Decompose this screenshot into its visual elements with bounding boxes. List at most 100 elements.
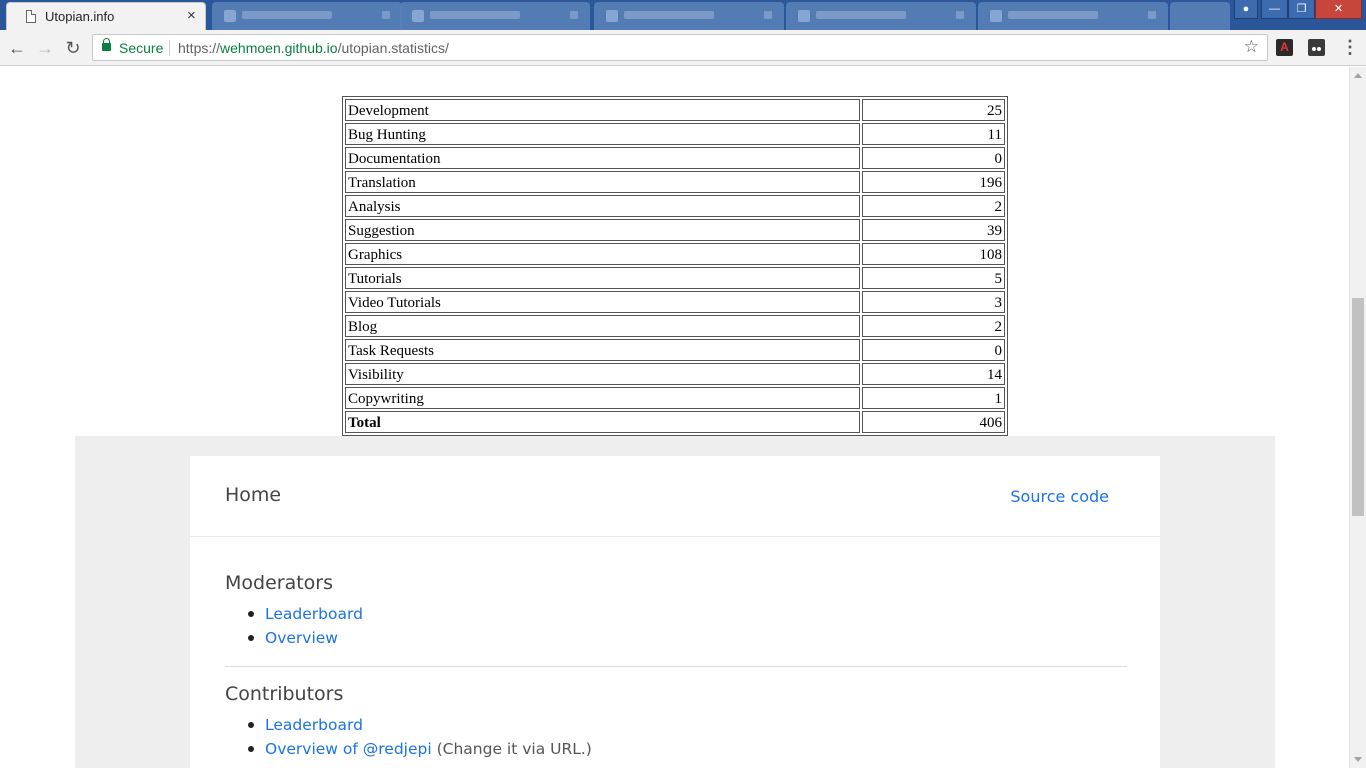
category-count: 108 [862,243,1005,265]
contributors-overview-link[interactable]: Overview of @redjepi [265,740,432,758]
category-label: Total [345,411,860,433]
table-row: Video Tutorials 3 [345,291,1005,313]
favicon-icon [606,10,618,22]
category-count: 0 [862,147,1005,169]
table-row: Task Requests 0 [345,339,1005,361]
tab-close-icon[interactable] [570,11,578,19]
moderators-heading: Moderators [225,572,334,594]
list-item: Overview [246,626,363,650]
category-label: Translation [345,171,860,193]
forward-button[interactable]: → [34,37,56,59]
category-label: Copywriting [345,387,860,409]
blurred-tab-title [242,11,332,19]
background-tab[interactable] [400,2,590,30]
title-bar: Utopian.info × ● — ❐ ✕ [0,0,1366,30]
category-count: 196 [862,171,1005,193]
table-row: Graphics 108 [345,243,1005,265]
new-tab-button[interactable] [1170,2,1230,30]
moderators-leaderboard-link[interactable]: Leaderboard [265,605,363,623]
url-text[interactable]: https://wehmoen.github.io/utopian.statis… [178,40,449,56]
tab-close-icon[interactable] [764,11,772,19]
table-row: Visibility 14 [345,363,1005,385]
tab-utopian-info[interactable]: Utopian.info × [6,2,206,30]
document-icon [26,10,36,23]
category-label: Graphics [345,243,860,265]
overview-note: (Change it via URL.) [431,740,592,758]
category-label: Bug Hunting [345,123,860,145]
category-count: 5 [862,267,1005,289]
url-host: wehmoen.github.io [220,40,338,56]
scroll-up-arrow-icon[interactable] [1354,73,1362,78]
category-label: Documentation [345,147,860,169]
blurred-tab-title [430,11,520,19]
background-tab[interactable] [786,2,976,30]
profile-button[interactable]: ● [1234,0,1258,19]
category-count: 11 [862,123,1005,145]
favicon-icon [224,10,236,22]
favicon-icon [798,10,810,22]
tab-close-icon[interactable] [382,11,390,19]
table-row: Copywriting 1 [345,387,1005,409]
scrollbar-thumb[interactable] [1352,298,1364,516]
favicon-icon [990,10,1002,22]
list-item: Leaderboard [246,602,363,626]
tampermonkey-extension-icon[interactable] [1308,39,1325,56]
category-label: Analysis [345,195,860,217]
table-row: Blog 2 [345,315,1005,337]
moderators-links: Leaderboard Overview [246,602,363,650]
category-stats-table: Development 25 Bug Hunting 11 Documentation 0… [342,96,1008,436]
background-tab[interactable] [594,2,784,30]
omnibox-divider [169,40,170,56]
background-tab[interactable] [978,2,1168,30]
blurred-tab-title [624,11,714,19]
address-bar[interactable]: Secure https://wehmoen.github.io/utopian… [92,34,1268,61]
category-count: 406 [862,411,1005,433]
category-count: 2 [862,315,1005,337]
category-label: Blog [345,315,860,337]
navigation-card: Home Source code Moderators Leaderboard … [190,456,1160,768]
category-label: Visibility [345,363,860,385]
secure-label[interactable]: Secure [119,40,163,56]
url-scheme: https:// [178,40,221,56]
moderators-overview-link[interactable]: Overview [265,629,338,647]
reload-button[interactable]: ↻ [62,37,84,59]
list-item: Leaderboard [246,713,592,737]
table-row: Development 25 [345,99,1005,121]
category-count: 25 [862,99,1005,121]
table-row: Bug Hunting 11 [345,123,1005,145]
category-label: Development [345,99,860,121]
blurred-tab-title [1008,11,1098,19]
table-row: Tutorials 5 [345,267,1005,289]
home-title: Home [225,484,282,506]
table-row: Translation 196 [345,171,1005,193]
person-icon: ● [1242,3,1250,15]
browser-menu-icon[interactable]: ⋮ [1341,38,1359,56]
vertical-scrollbar[interactable] [1349,67,1366,768]
tab-close-icon[interactable] [1148,11,1156,19]
category-label: Suggestion [345,219,860,241]
lock-icon [102,38,111,51]
browser-toolbar: ← → ↻ Secure https://wehmoen.github.io/u… [0,30,1366,66]
page-viewport: Development 25 Bug Hunting 11 Documentation 0… [0,67,1349,768]
table-row: Suggestion 39 [345,219,1005,241]
scroll-down-arrow-icon[interactable] [1354,757,1362,762]
source-code-link[interactable]: Source code [1010,487,1109,506]
pdf-extension-icon[interactable]: A [1276,39,1293,56]
minimize-button[interactable]: — [1261,0,1288,19]
background-tab[interactable] [212,2,402,30]
tab-close-icon[interactable]: × [187,7,196,24]
section-divider [225,666,1127,667]
maximize-button[interactable]: ❐ [1288,0,1315,19]
contributors-links: Leaderboard Overview of @redjepi (Change… [246,713,592,761]
tab-title: Utopian.info [45,9,115,24]
category-count: 0 [862,339,1005,361]
bookmark-star-icon[interactable]: ☆ [1244,37,1259,57]
back-button[interactable]: ← [6,37,28,59]
contributors-leaderboard-link[interactable]: Leaderboard [265,716,363,734]
category-label: Tutorials [345,267,860,289]
stats-table-body: Development 25 Bug Hunting 11 Documentation 0… [345,99,1005,433]
tab-close-icon[interactable] [956,11,964,19]
category-label: Video Tutorials [345,291,860,313]
close-window-button[interactable]: ✕ [1315,0,1362,19]
favicon-icon [412,10,424,22]
